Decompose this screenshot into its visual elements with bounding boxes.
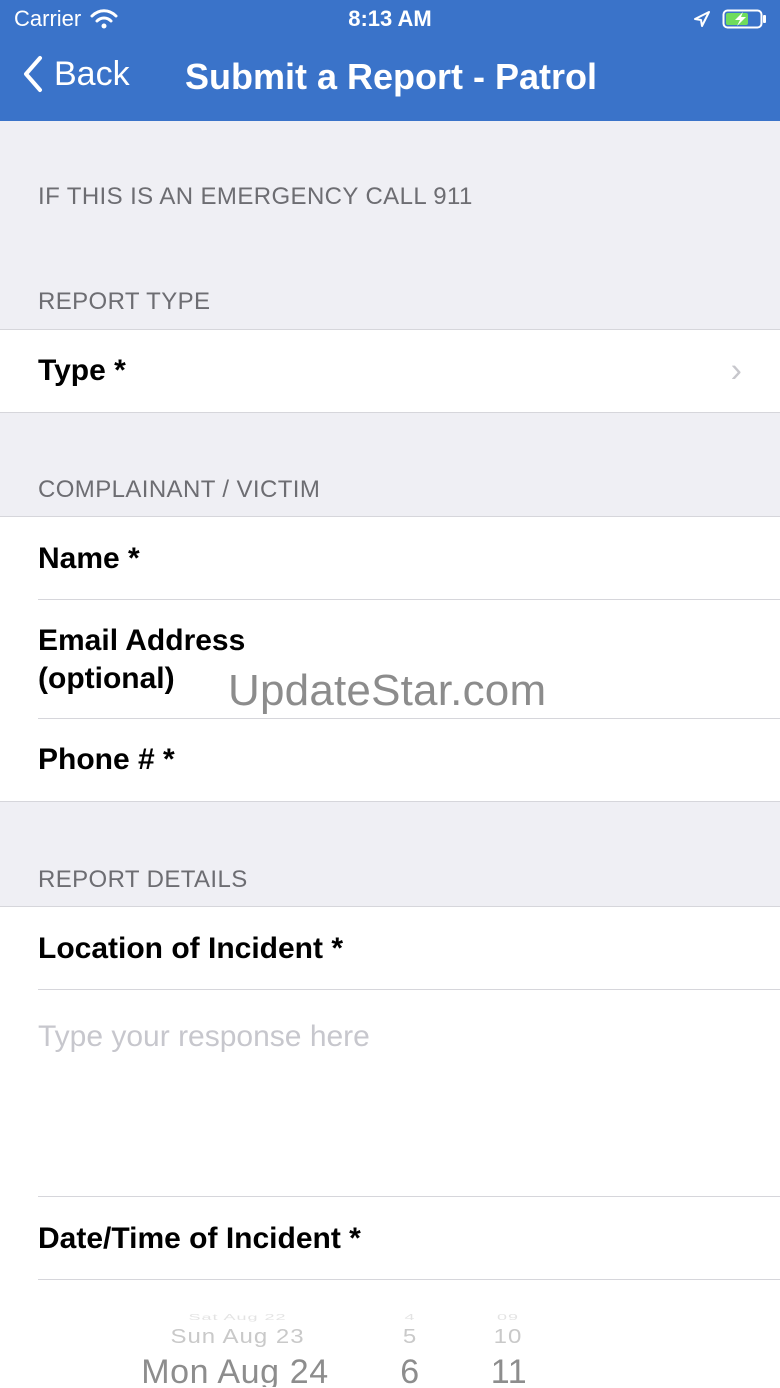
- datetime-label: Date/Time of Incident *: [38, 1221, 361, 1255]
- status-time: 8:13 AM: [348, 6, 432, 31]
- picker-minute-selected: 11: [490, 1352, 528, 1388]
- date-time-picker[interactable]: Sat Aug 22 4 09 Sun Aug 23 5 10 Mon Aug …: [0, 1303, 780, 1387]
- header-bar: Carrier 8:13 AM Back Submit a Report - P…: [0, 0, 780, 121]
- type-label: Type *: [38, 354, 126, 387]
- email-label: Email Address (optional): [38, 624, 246, 695]
- datetime-row[interactable]: Date/Time of Incident *: [0, 1197, 780, 1280]
- picker-row-near: Sun Aug 23 5 10: [0, 1317, 780, 1357]
- picker-hour-selected: 6: [400, 1352, 420, 1388]
- picker-date-near: Sun Aug 23: [170, 1324, 305, 1349]
- phone-row[interactable]: Phone # *: [0, 719, 780, 801]
- picker-hour-near: 5: [402, 1324, 418, 1349]
- chevron-right-icon: ›: [730, 351, 742, 390]
- picker-row-selected: Mon Aug 24 6 11: [0, 1352, 780, 1388]
- section-header-complainant: COMPLAINANT / VICTIM: [38, 476, 321, 503]
- picker-date-selected: Mon Aug 24: [141, 1352, 329, 1388]
- location-response-textarea[interactable]: Type your response here: [0, 990, 780, 1197]
- emergency-note: IF THIS IS AN EMERGENCY CALL 911: [38, 183, 473, 210]
- battery-charging-icon: [722, 8, 768, 30]
- phone-label: Phone # *: [38, 743, 175, 776]
- location-row[interactable]: Location of Incident *: [0, 907, 780, 990]
- back-button[interactable]: Back: [20, 54, 130, 94]
- navigation-bar: Back Submit a Report - Patrol: [0, 40, 780, 121]
- response-placeholder: Type your response here: [38, 1020, 370, 1053]
- section-header-report-details: REPORT DETAILS: [38, 866, 248, 893]
- status-right: [692, 8, 768, 30]
- name-label: Name *: [38, 541, 140, 575]
- screen-title: Submit a Report - Patrol: [185, 56, 598, 97]
- back-button-label: Back: [54, 54, 130, 93]
- chevron-left-icon: [20, 54, 46, 94]
- status-bar: Carrier 8:13 AM: [0, 0, 780, 40]
- location-arrow-icon: [692, 9, 712, 29]
- name-row[interactable]: Name *: [0, 517, 780, 600]
- complainant-panel: Name * Email Address (optional) Phone # …: [0, 516, 780, 802]
- picker-minute-near: 10: [493, 1324, 523, 1349]
- location-label: Location of Incident *: [38, 931, 343, 965]
- report-type-panel: Type * ›: [0, 329, 780, 413]
- type-row[interactable]: Type * ›: [0, 330, 780, 412]
- section-header-report-type: REPORT TYPE: [38, 288, 211, 315]
- email-row[interactable]: Email Address (optional): [0, 600, 780, 719]
